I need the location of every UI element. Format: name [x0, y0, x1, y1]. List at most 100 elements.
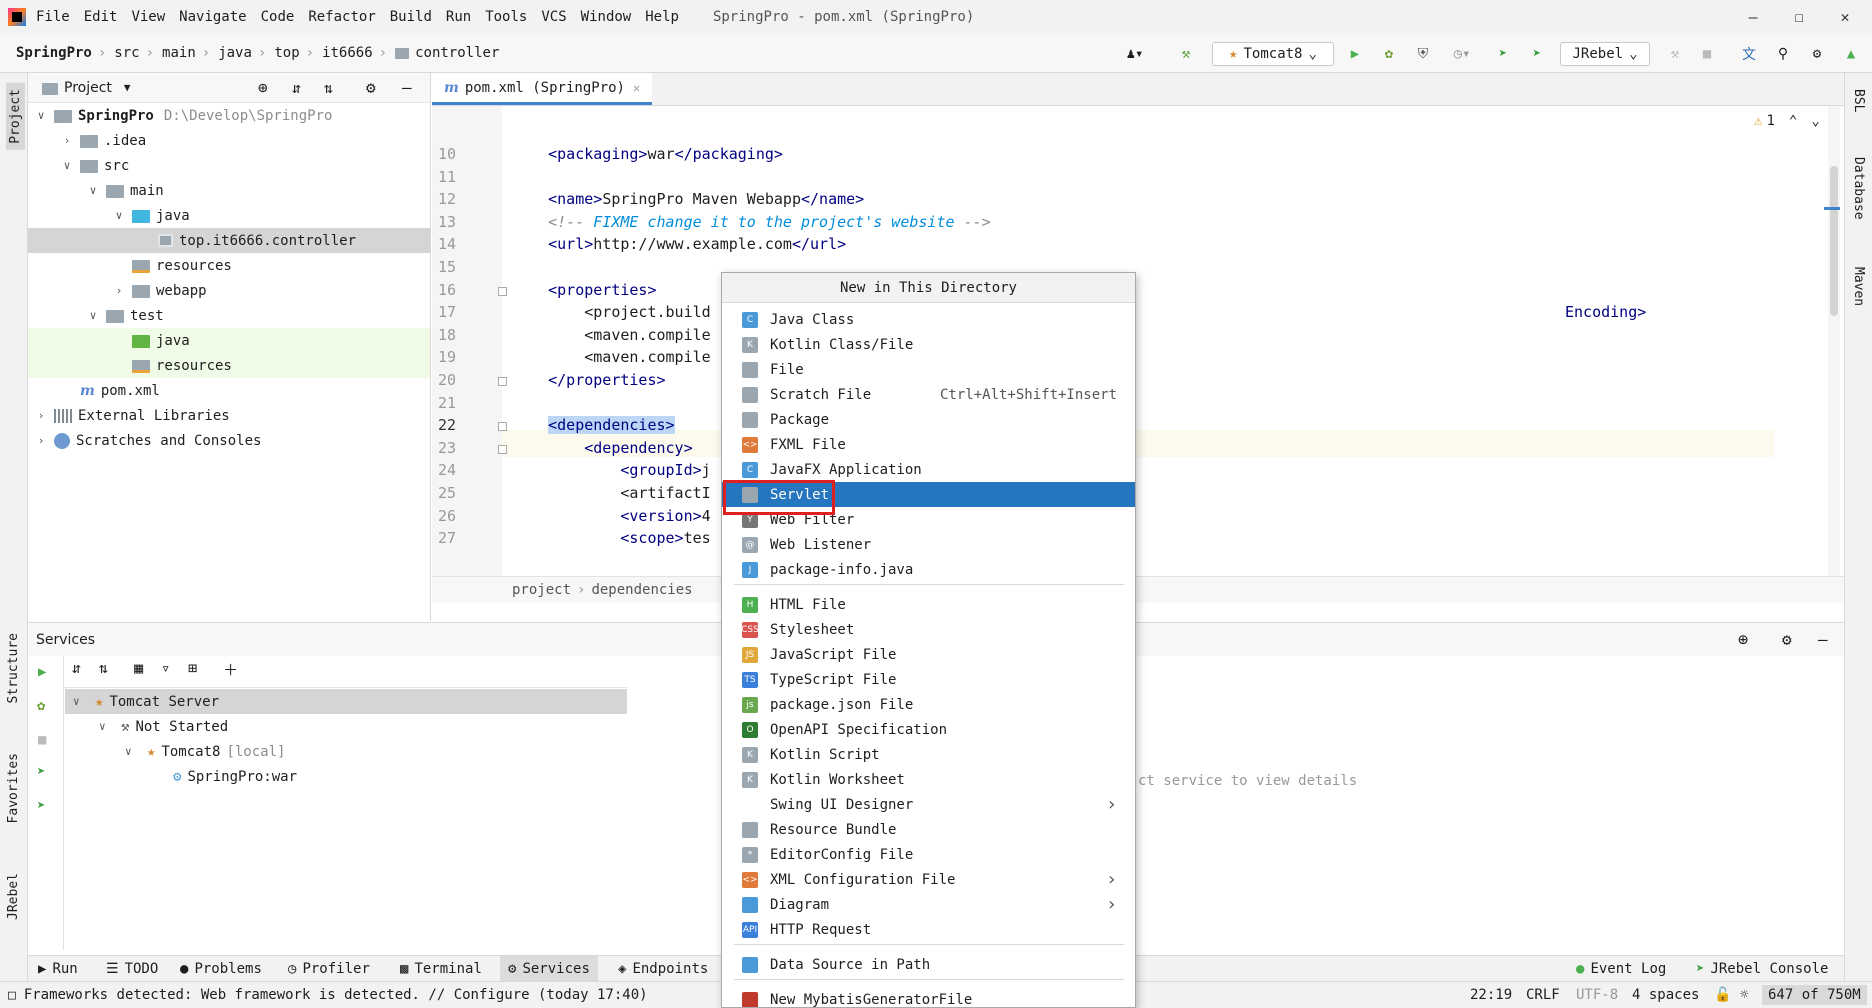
menu-item-typescript-file[interactable]: TS TypeScript File: [722, 667, 1135, 692]
expand-all-icon[interactable]: ⇵: [72, 659, 81, 680]
collapse-all-icon[interactable]: ⇅: [324, 79, 333, 97]
inspection-profile-icon[interactable]: ☼: [1740, 987, 1748, 1003]
menu-item-package-json-file[interactable]: js package.json File: [722, 692, 1135, 717]
service-row[interactable]: ∨ ★ Tomcat Server: [65, 689, 627, 714]
user-icon[interactable]: ♟▾: [1120, 42, 1150, 66]
file-encoding[interactable]: UTF-8: [1576, 987, 1618, 1003]
breadcrumb-dependencies[interactable]: dependencies: [591, 582, 692, 598]
close-tab-icon[interactable]: ✕: [633, 81, 640, 95]
hide-panel-icon[interactable]: —: [1818, 630, 1828, 649]
fold-marker-icon[interactable]: [498, 444, 507, 454]
menu-item-javascript-file[interactable]: JS JavaScript File: [722, 642, 1135, 667]
menu-item-web-listener[interactable]: @ Web Listener: [722, 532, 1135, 557]
tree-row[interactable]: m pom.xml: [28, 378, 430, 403]
tree-row[interactable]: resources: [28, 353, 430, 378]
breadcrumb-project[interactable]: project: [512, 582, 571, 598]
inspection-widget[interactable]: ⚠ 1 ⌃ ⌄: [1754, 113, 1820, 129]
menu-tools[interactable]: Tools: [485, 9, 527, 25]
menu-view[interactable]: View: [131, 9, 165, 25]
menu-item-file[interactable]: File: [722, 357, 1135, 382]
filter-icon[interactable]: ▿: [161, 659, 170, 680]
run-config-select[interactable]: ★ Tomcat8 ⌄: [1212, 42, 1334, 66]
caret-position[interactable]: 22:19: [1470, 987, 1512, 1003]
tool-window-todo[interactable]: ☰ TODO: [106, 956, 158, 982]
fold-marker-icon[interactable]: [498, 422, 507, 432]
menu-item-scratch-file[interactable]: Scratch File Ctrl+Alt+Shift+Insert: [722, 382, 1135, 407]
target-icon[interactable]: ⊕: [1738, 630, 1748, 650]
chevron-up-icon[interactable]: ⌃: [1789, 113, 1797, 129]
menu-item-javafx-application[interactable]: C JavaFX Application: [722, 457, 1135, 482]
menu-code[interactable]: Code: [261, 9, 295, 25]
fold-marker-icon[interactable]: [498, 286, 507, 296]
menu-item-swing-ui-designer[interactable]: Swing UI Designer ›: [722, 792, 1135, 817]
tool-window-profiler[interactable]: ◷ Profiler: [288, 956, 370, 982]
menu-edit[interactable]: Edit: [84, 9, 118, 25]
collapse-all-icon[interactable]: ⇅: [99, 659, 108, 680]
crumb-controller[interactable]: controller: [415, 45, 499, 61]
jrebel-select[interactable]: JRebel ⌄: [1560, 42, 1650, 66]
chevron-down-icon[interactable]: ∨: [99, 720, 113, 733]
menu-item-java-class[interactable]: C Java Class: [722, 307, 1135, 332]
hide-panel-icon[interactable]: —: [402, 78, 412, 97]
tool-window-terminal[interactable]: ▩ Terminal: [400, 956, 482, 982]
chevron-right-icon[interactable]: ›: [112, 284, 126, 297]
crumb-it6666[interactable]: it6666: [322, 45, 373, 61]
memory-indicator[interactable]: 647 of 750M: [1762, 985, 1867, 1005]
code-line[interactable]: <scope>tes: [512, 525, 710, 552]
menu-item-kotlin-worksheet[interactable]: K Kotlin Worksheet: [722, 767, 1135, 792]
tool-window-event-log[interactable]: ● Event Log: [1576, 956, 1666, 982]
editor-scrollbar[interactable]: [1828, 106, 1840, 576]
tab-pom-xml[interactable]: m pom.xml (SpringPro) ✕: [432, 73, 653, 105]
tree-row[interactable]: › Scratches and Consoles: [28, 428, 430, 453]
menu-navigate[interactable]: Navigate: [179, 9, 246, 25]
line-separator[interactable]: CRLF: [1526, 987, 1560, 1003]
chevron-down-icon[interactable]: ∨: [34, 109, 48, 122]
tree-row[interactable]: ∨ main: [28, 178, 430, 203]
add-icon[interactable]: ＋: [223, 659, 238, 680]
tool-window-bsl[interactable]: BSL: [1851, 89, 1866, 112]
tool-window-favorites[interactable]: Favorites: [6, 753, 21, 823]
menu-item-http-request[interactable]: API HTTP Request: [722, 917, 1135, 942]
run-icon[interactable]: ▶: [1342, 42, 1368, 66]
chevron-down-icon[interactable]: ∨: [86, 184, 100, 197]
menu-item-data-source-in-path[interactable]: Data Source in Path: [722, 952, 1135, 977]
indent-setting[interactable]: 4 spaces: [1632, 987, 1699, 1003]
debug-icon[interactable]: ✿: [37, 698, 45, 714]
crumb-top[interactable]: top: [274, 45, 299, 61]
jrebel-run-icon[interactable]: ➤: [1490, 42, 1516, 66]
minimize-icon[interactable]: —: [1730, 0, 1776, 33]
scroll-thumb[interactable]: [1830, 166, 1838, 316]
settings-gear-icon[interactable]: ⚙: [1782, 630, 1792, 649]
new-tab-icon[interactable]: ⊞: [188, 659, 197, 680]
menu-item-fxml-file[interactable]: <> FXML File: [722, 432, 1135, 457]
menu-help[interactable]: Help: [645, 9, 679, 25]
search-icon[interactable]: ⚲: [1770, 42, 1796, 66]
tree-row[interactable]: ∨ test: [28, 303, 430, 328]
menu-refactor[interactable]: Refactor: [308, 9, 375, 25]
menu-item-kotlin-class-file[interactable]: K Kotlin Class/File: [722, 332, 1135, 357]
debug-icon[interactable]: ✿: [1376, 42, 1402, 66]
code-line[interactable]: <url>http://www.example.com</url>: [512, 231, 846, 258]
tool-window-structure[interactable]: Structure: [6, 633, 21, 703]
fold-marker-icon[interactable]: [498, 377, 507, 386]
menu-item-stylesheet[interactable]: CSS Stylesheet: [722, 617, 1135, 642]
tree-row[interactable]: ∨ SpringPro D:\Develop\SpringPro: [28, 103, 430, 128]
menu-item-kotlin-script[interactable]: K Kotlin Script: [722, 742, 1135, 767]
jrebel-debug-icon[interactable]: ➤: [37, 798, 45, 814]
code-line[interactable]: </properties>: [512, 367, 665, 394]
jrebel-logo-icon[interactable]: ▲: [1838, 42, 1864, 66]
chevron-right-icon[interactable]: ›: [34, 434, 48, 447]
code-line[interactable]: <packaging>war</packaging>: [512, 141, 783, 168]
profile-icon[interactable]: ◷▾: [1444, 42, 1480, 66]
tool-window-jrebel-console[interactable]: ➤ JRebel Console: [1696, 956, 1828, 982]
run-icon[interactable]: ▶: [38, 664, 46, 680]
maximize-icon[interactable]: ☐: [1776, 0, 1822, 33]
chevron-down-icon[interactable]: ∨: [125, 745, 139, 758]
tool-window-services[interactable]: ⚙ Services: [500, 956, 598, 982]
build-hammer-icon[interactable]: ⚒: [1172, 42, 1200, 66]
chevron-down-icon[interactable]: ∨: [86, 309, 100, 322]
close-window-icon[interactable]: ✕: [1822, 0, 1868, 33]
status-message[interactable]: Frameworks detected: Web framework is de…: [24, 987, 648, 1003]
crumb-java[interactable]: java: [218, 45, 252, 61]
menu-item-openapi-specification[interactable]: O OpenAPI Specification: [722, 717, 1135, 742]
